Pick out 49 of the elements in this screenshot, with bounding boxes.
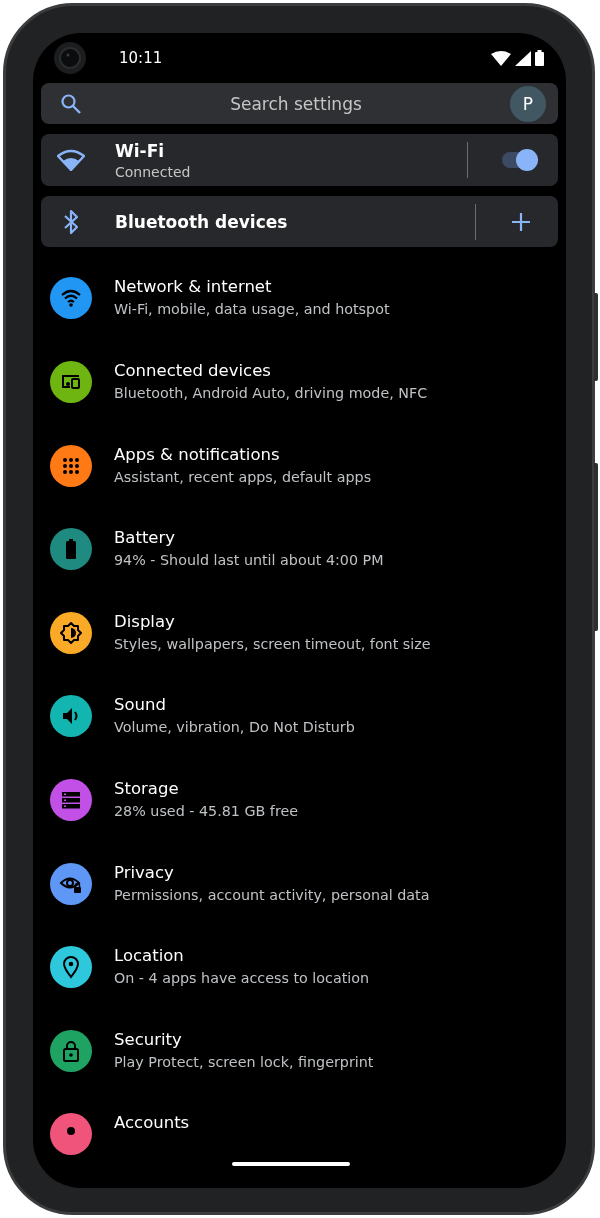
settings-item[interactable]: Connected devices Bluetooth, Android Auto, driving mode, NFC xyxy=(41,352,558,436)
item-title: Apps & notifications xyxy=(114,443,281,466)
settings-item[interactable]: Battery 94% - Should last until about 4:00 PM xyxy=(41,519,558,603)
settings-item[interactable]: Privacy Permissions, account activity, personal data xyxy=(41,853,558,938)
card-title: Wi-Fi xyxy=(115,140,166,161)
front-camera-icon xyxy=(53,41,87,76)
item-subtitle: Permissions, account activity, personal data xyxy=(114,885,430,905)
settings-item[interactable]: Location On - 4 apps have access to location xyxy=(41,937,558,1021)
profile-avatar[interactable]: P xyxy=(510,85,546,122)
item-title: Battery xyxy=(114,527,177,550)
settings-item[interactable]: Accounts xyxy=(41,1104,558,1188)
card-title: Bluetooth devices xyxy=(115,211,289,232)
item-title: Display xyxy=(114,610,176,633)
wifi-toggle[interactable] xyxy=(502,152,536,169)
battery-icon xyxy=(535,50,544,67)
settings-item[interactable]: Network & internet Wi-Fi, mobile, data usage, and hotspot xyxy=(41,268,558,353)
item-title: Accounts xyxy=(114,1112,190,1135)
quick-setting-card[interactable]: Bluetooth devices xyxy=(41,195,558,248)
item-title: Connected devices xyxy=(114,360,272,383)
search-icon xyxy=(60,92,82,115)
item-subtitle: Bluetooth, Android Auto, driving mode, NFC xyxy=(114,384,428,404)
settings-item[interactable]: Storage 28% used - 45.81 GB free xyxy=(41,770,558,854)
item-subtitle: 94% - Should last until about 4:00 PM xyxy=(114,551,384,571)
item-subtitle: 28% used - 45.81 GB free xyxy=(114,802,299,822)
card-subtitle: Connected xyxy=(115,163,192,180)
item-title: Network & internet xyxy=(114,276,273,299)
settings-item[interactable]: Security Play Protect, screen lock, fingerprint xyxy=(41,1020,558,1105)
item-title: Location xyxy=(114,945,185,968)
search-placeholder: Search settings xyxy=(229,93,363,114)
wifi-signal-icon xyxy=(491,51,511,67)
item-subtitle: Wi-Fi, mobile, data usage, and hotspot xyxy=(114,300,390,320)
item-subtitle: Styles, wallpapers, screen timeout, font size xyxy=(114,634,431,654)
item-subtitle: Play Protect, screen lock, fingerprint xyxy=(114,1052,374,1072)
cell-signal-icon xyxy=(515,51,531,67)
item-subtitle: On - 4 apps have access to location xyxy=(114,969,370,989)
settings-item[interactable]: Apps & notifications Assistant, recent apps, default apps xyxy=(41,435,558,520)
item-title: Security xyxy=(114,1028,183,1051)
wifi-icon xyxy=(57,149,85,172)
settings-item[interactable]: Sound Volume, vibration, Do Not Disturb xyxy=(41,686,558,771)
item-subtitle: Volume, vibration, Do Not Disturb xyxy=(114,718,355,738)
item-title: Sound xyxy=(114,694,167,717)
status-time: 10:11 xyxy=(119,49,163,68)
search-field[interactable]: Search settings P xyxy=(41,83,558,125)
settings-item[interactable]: Display Styles, wallpapers, screen timeout, font size xyxy=(41,602,558,687)
add-icon xyxy=(510,210,532,233)
item-title: Storage xyxy=(114,778,180,801)
item-title: Privacy xyxy=(114,861,175,884)
quick-setting-card[interactable]: Wi-Fi Connected xyxy=(41,134,558,186)
item-subtitle: Assistant, recent apps, default apps xyxy=(114,467,372,487)
